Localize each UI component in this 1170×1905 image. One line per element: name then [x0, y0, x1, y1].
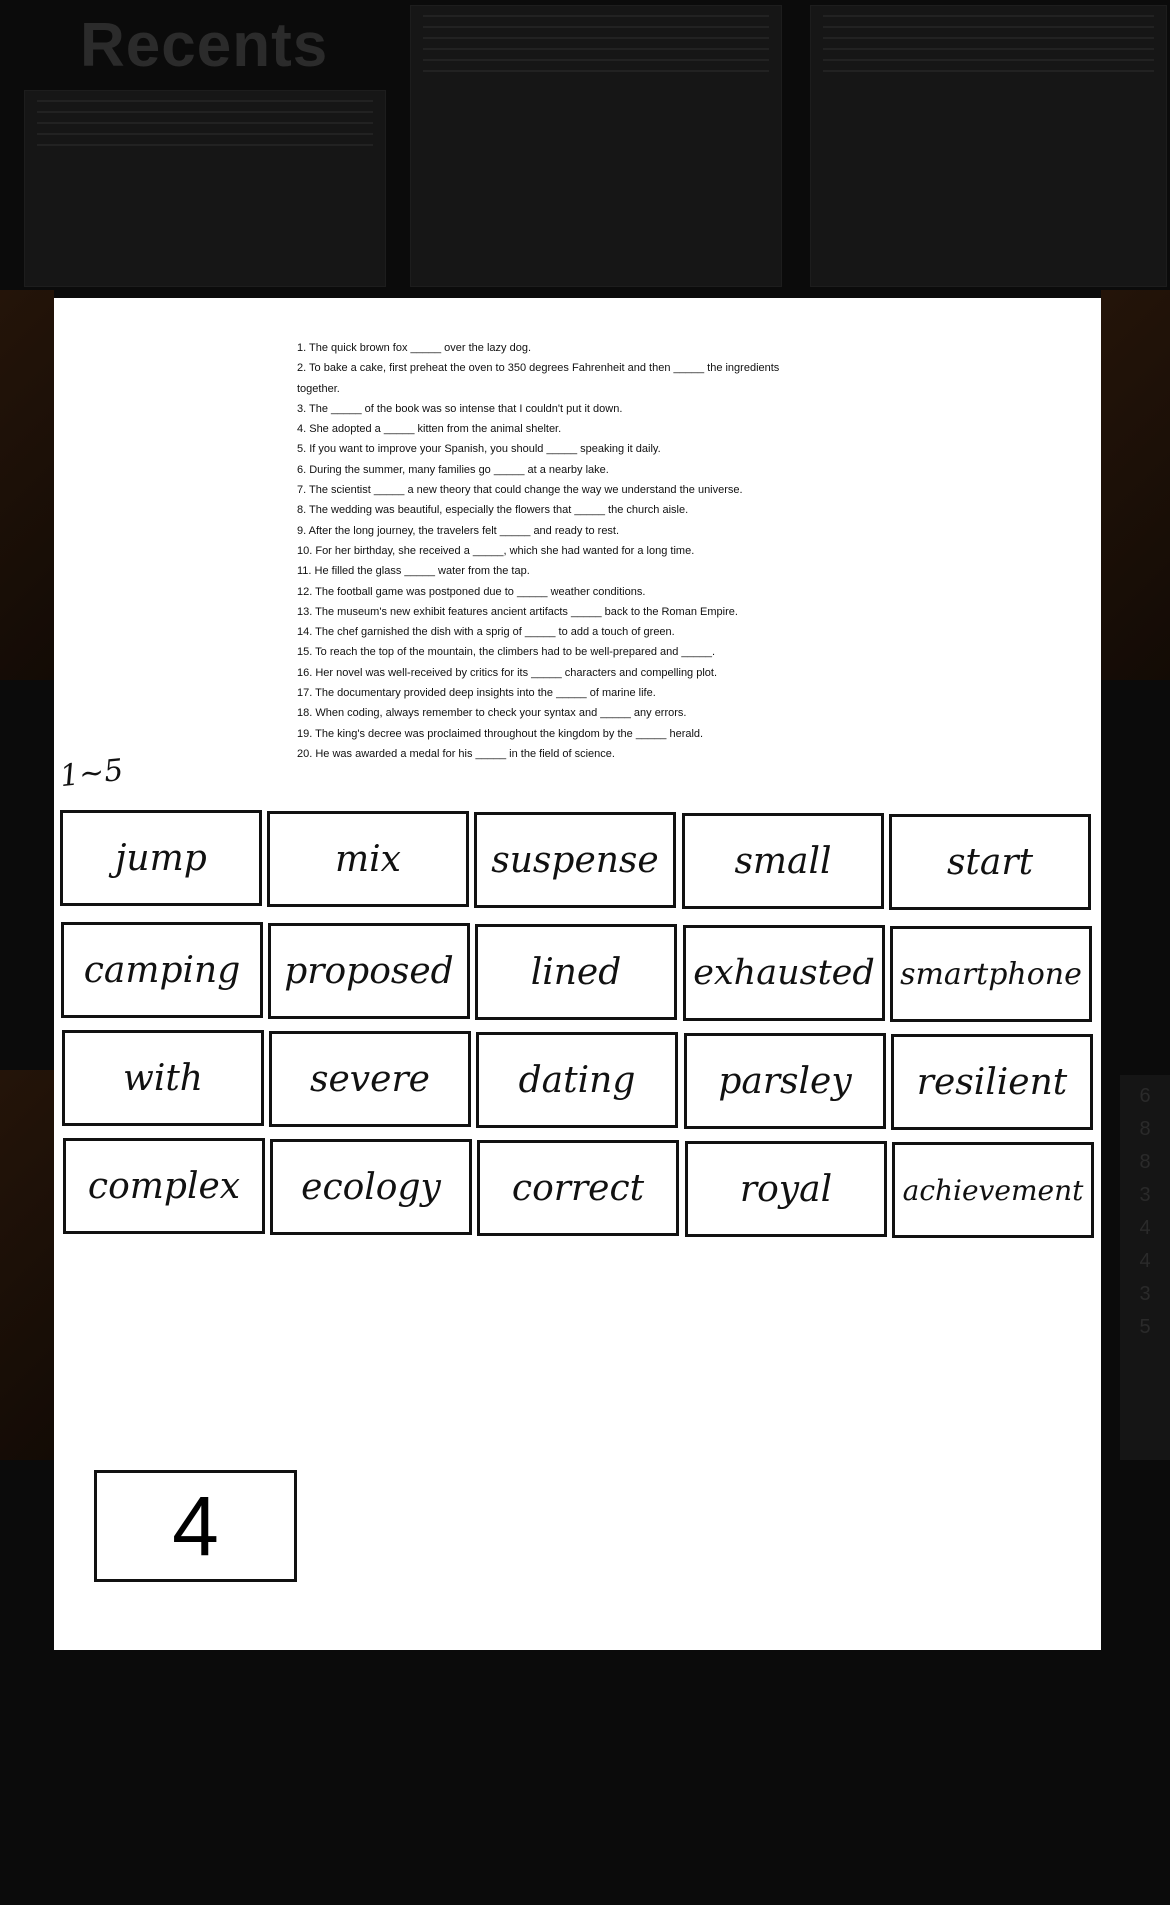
word-text: jump [115, 837, 207, 879]
word-box: suspense [474, 812, 676, 908]
question-line: 4. She adopted a _____ kitten from the a… [297, 423, 562, 436]
recent-photo[interactable] [0, 1070, 54, 1460]
count-box: 4 [94, 1470, 297, 1582]
question-line: 2. To bake a cake, first preheat the ove… [297, 362, 780, 375]
question-line: 13. The museum's new exhibit features an… [297, 605, 738, 618]
word-text: with [123, 1057, 203, 1099]
word-text: royal [739, 1168, 833, 1210]
question-line: 6. During the summer, many families go _… [297, 463, 609, 476]
question-line: together. [297, 382, 340, 395]
word-box: achievement [892, 1142, 1094, 1238]
question-line: 10. For her birthday, she received a ___… [297, 544, 695, 557]
question-line: 1. The quick brown fox _____ over the la… [297, 342, 531, 354]
word-text: dating [518, 1059, 636, 1101]
word-box: with [62, 1030, 264, 1126]
recent-photo[interactable] [0, 290, 54, 680]
word-text: lined [530, 951, 622, 993]
question-line: 14. The chef garnished the dish with a s… [297, 626, 675, 639]
word-box: proposed [268, 923, 470, 1019]
word-text: small [734, 840, 832, 882]
question-line: 18. When coding, always remember to chec… [297, 707, 687, 720]
recent-photo[interactable] [1101, 290, 1170, 680]
word-text: proposed [284, 950, 454, 992]
word-text: correct [511, 1167, 645, 1209]
word-box: parsley [684, 1033, 886, 1129]
question-line: 19. The king's decree was proclaimed thr… [297, 727, 704, 740]
word-box: severe [269, 1031, 471, 1127]
word-box: smartphone [890, 926, 1092, 1022]
recents-title: Recents [80, 11, 329, 80]
question-line: 5. If you want to improve your Spanish, … [297, 443, 661, 456]
word-box: complex [63, 1138, 265, 1234]
word-box: mix [267, 811, 469, 907]
recent-thumbnail[interactable] [410, 5, 782, 287]
recent-thumbnail[interactable] [810, 5, 1167, 287]
word-text: suspense [491, 839, 659, 881]
count-value: 4 [172, 1478, 219, 1573]
question-line: 11. He filled the glass _____ water from… [297, 565, 530, 578]
word-text: ecology [301, 1166, 441, 1208]
word-text: exhausted [693, 953, 875, 993]
word-box: lined [475, 924, 677, 1020]
question-line: 9. After the long journey, the travelers… [297, 524, 620, 537]
question-line: 20. He was awarded a medal for his _____… [297, 747, 615, 760]
recent-thumbnail[interactable] [24, 90, 386, 287]
question-list: 1. The quick brown fox _____ over the la… [297, 338, 857, 764]
word-box: start [889, 814, 1091, 910]
word-box: small [682, 813, 884, 909]
question-line: 3. The _____ of the book was so intense … [297, 402, 623, 415]
question-line: 16. Her novel was well-received by criti… [297, 666, 718, 679]
word-box: ecology [270, 1139, 472, 1235]
background-sidebar: 6883 4435 [1120, 1075, 1170, 1460]
word-box: correct [477, 1140, 679, 1236]
word-text: smartphone [900, 956, 1082, 992]
worksheet-canvas[interactable]: 1. The quick brown fox _____ over the la… [54, 298, 1101, 1650]
question-line: 7. The scientist _____ a new theory that… [297, 484, 743, 497]
word-text: complex [87, 1165, 241, 1207]
word-text: mix [335, 838, 401, 880]
word-box: royal [685, 1141, 887, 1237]
word-text: severe [310, 1058, 430, 1100]
question-line: 15. To reach the top of the mountain, th… [297, 646, 716, 659]
question-line: 8. The wedding was beautiful, especially… [297, 504, 689, 517]
word-text: resilient [916, 1061, 1068, 1103]
question-line: 12. The football game was postponed due … [297, 585, 646, 598]
word-text: parsley [718, 1060, 852, 1102]
range-label: 1~5 [58, 752, 125, 795]
word-box: camping [61, 922, 263, 1018]
word-box: dating [476, 1032, 678, 1128]
word-text: start [946, 841, 1034, 883]
word-box: resilient [891, 1034, 1093, 1130]
question-line: 17. The documentary provided deep insigh… [297, 687, 656, 700]
word-box: exhausted [683, 925, 885, 1021]
word-text: camping [83, 949, 241, 991]
word-box: jump [60, 810, 262, 906]
word-text: achievement [902, 1173, 1084, 1207]
